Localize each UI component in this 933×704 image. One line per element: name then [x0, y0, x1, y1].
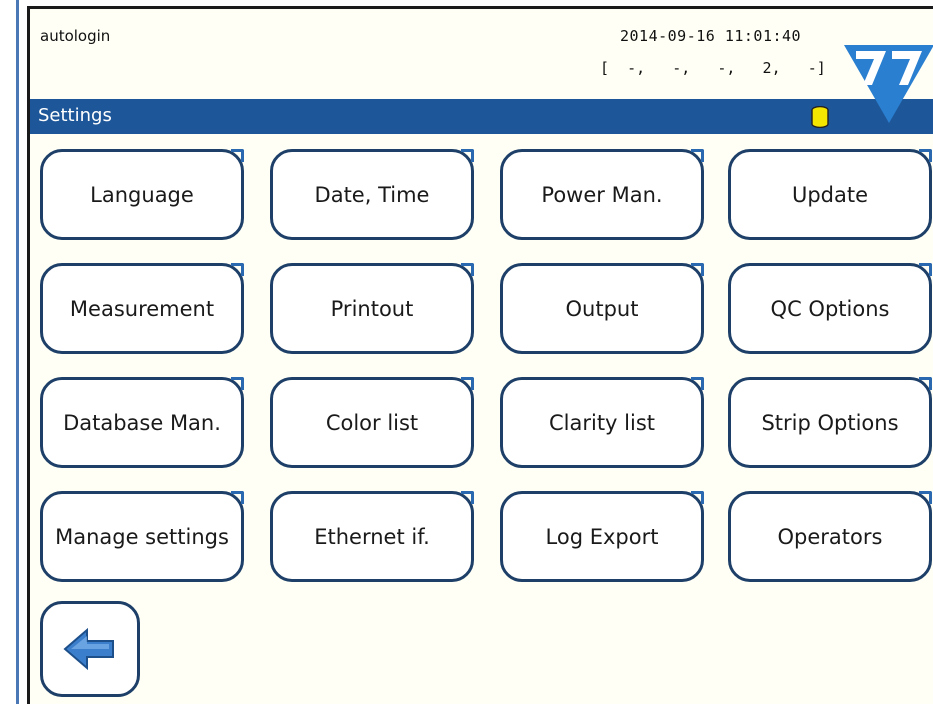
menu-button-output[interactable]: Output	[500, 263, 704, 354]
menu-button-printout[interactable]: Printout	[270, 263, 474, 354]
title-bar: Settings	[30, 99, 933, 134]
back-button[interactable]	[40, 601, 140, 697]
back-arrow-icon	[63, 627, 114, 671]
menu-button-manage-settings[interactable]: Manage settings	[40, 491, 244, 582]
menu-button-strip-options[interactable]: Strip Options	[728, 377, 932, 468]
status-codes: [ -, -, -, 2, -]	[600, 59, 826, 77]
menu-button-operators[interactable]: Operators	[728, 491, 932, 582]
menu-button-color-list[interactable]: Color list	[270, 377, 474, 468]
menu-button-power-man[interactable]: Power Man.	[500, 149, 704, 240]
menu-button-ethernet-if[interactable]: Ethernet if.	[270, 491, 474, 582]
database-icon	[811, 106, 829, 128]
menu-button-update[interactable]: Update	[728, 149, 932, 240]
menu-button-database-man[interactable]: Database Man.	[40, 377, 244, 468]
menu-button-log-export[interactable]: Log Export	[500, 491, 704, 582]
brand-logo	[844, 45, 933, 123]
menu-button-qc-options[interactable]: QC Options	[728, 263, 932, 354]
menu-button-measurement[interactable]: Measurement	[40, 263, 244, 354]
menu-button-language[interactable]: Language	[40, 149, 244, 240]
page-title: Settings	[38, 105, 112, 126]
device-screen: autologin 2014-09-16 11:01:40 [ -, -, -,…	[27, 6, 933, 704]
datetime-display: 2014-09-16 11:01:40	[620, 27, 802, 45]
left-rail	[0, 0, 19, 704]
logged-in-user: autologin	[40, 27, 111, 45]
menu-button-date-time[interactable]: Date, Time	[270, 149, 474, 240]
menu-button-clarity-list[interactable]: Clarity list	[500, 377, 704, 468]
